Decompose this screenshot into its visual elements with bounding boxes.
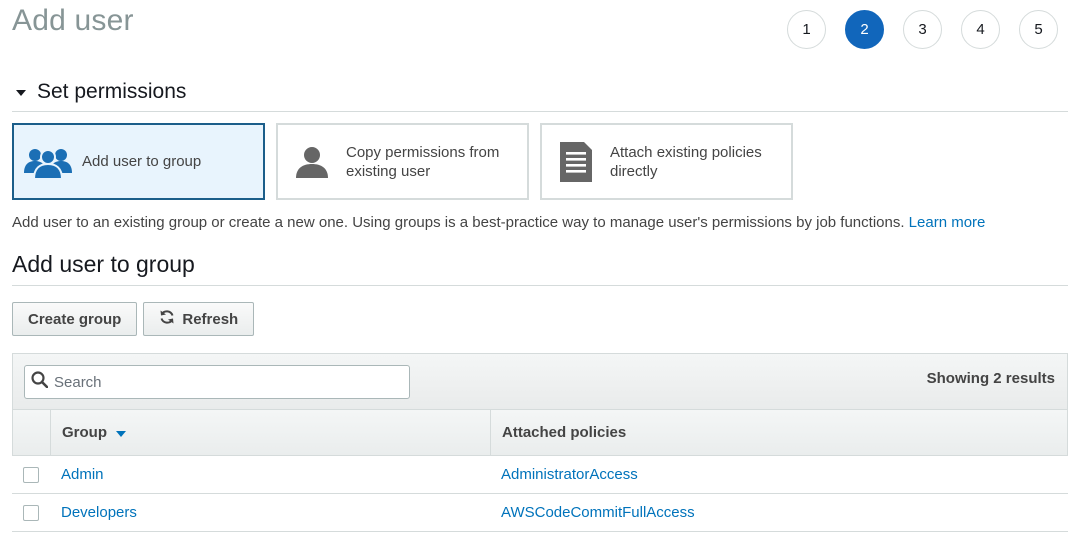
wizard-steps: 1 2 3 4 5 [787,10,1058,49]
refresh-label: Refresh [182,310,239,328]
learn-more-link[interactable]: Learn more [909,214,986,231]
step-4[interactable]: 4 [961,10,1000,49]
document-icon [542,141,610,182]
option-add-user-to-group[interactable]: Add user to group [12,123,265,200]
table-header: Group Attached policies [12,409,1068,456]
option-label: Attach existing policies directly [610,143,762,180]
search-input[interactable] [54,373,394,391]
user-icon [278,146,346,178]
column-header-policies[interactable]: Attached policies [491,410,1067,455]
header-check-cell [13,410,51,455]
create-group-label: Create group [28,310,122,328]
row-checkbox[interactable] [23,504,39,521]
refresh-icon [159,309,175,329]
set-permissions-header[interactable]: Set permissions [12,80,1068,112]
sort-descending-icon[interactable] [116,430,126,437]
step-3[interactable]: 3 [903,10,942,49]
column-label: Attached policies [502,424,627,441]
step-1[interactable]: 1 [787,10,826,49]
section-title: Set permissions [37,80,187,103]
group-link[interactable]: Admin [61,466,104,483]
step-5[interactable]: 5 [1019,10,1058,49]
search-box[interactable] [24,365,410,399]
table-row: Developers AWSCodeCommitFullAccess [12,494,1068,532]
table-row: Admin AdministratorAccess [12,456,1068,494]
option-label: Add user to group [82,153,202,170]
description-text: Add user to an existing group or create … [12,214,905,231]
add-user-to-group-header: Add user to group [12,251,1068,286]
groups-table: Showing 2 results Group Attached policie… [12,353,1068,532]
column-label: Group [62,424,107,441]
policy-link[interactable]: AdministratorAccess [501,466,638,483]
group-link[interactable]: Developers [61,504,137,521]
column-header-group[interactable]: Group [51,410,491,455]
option-label: Copy permissions from existing user [346,143,500,180]
subsection-title: Add user to group [12,251,195,277]
create-group-button[interactable]: Create group [12,302,138,336]
option-attach-policies[interactable]: Attach existing policies directly [540,123,793,200]
permission-options: Add user to group Copy permissions from … [12,123,793,200]
caret-down-icon[interactable] [16,90,26,96]
option-copy-permissions[interactable]: Copy permissions from existing user [276,123,529,200]
table-toolbar: Showing 2 results [12,353,1068,409]
search-icon [31,371,49,393]
permissions-description: Add user to an existing group or create … [12,214,985,231]
refresh-button[interactable]: Refresh [143,302,255,336]
results-count: Showing 2 results [926,370,1055,387]
step-2[interactable]: 2 [845,10,884,49]
users-group-icon [14,145,82,179]
page-title: Add user [12,4,134,37]
group-toolbar: Create group Refresh [12,302,255,336]
policy-link[interactable]: AWSCodeCommitFullAccess [501,504,695,521]
row-checkbox[interactable] [23,466,39,483]
